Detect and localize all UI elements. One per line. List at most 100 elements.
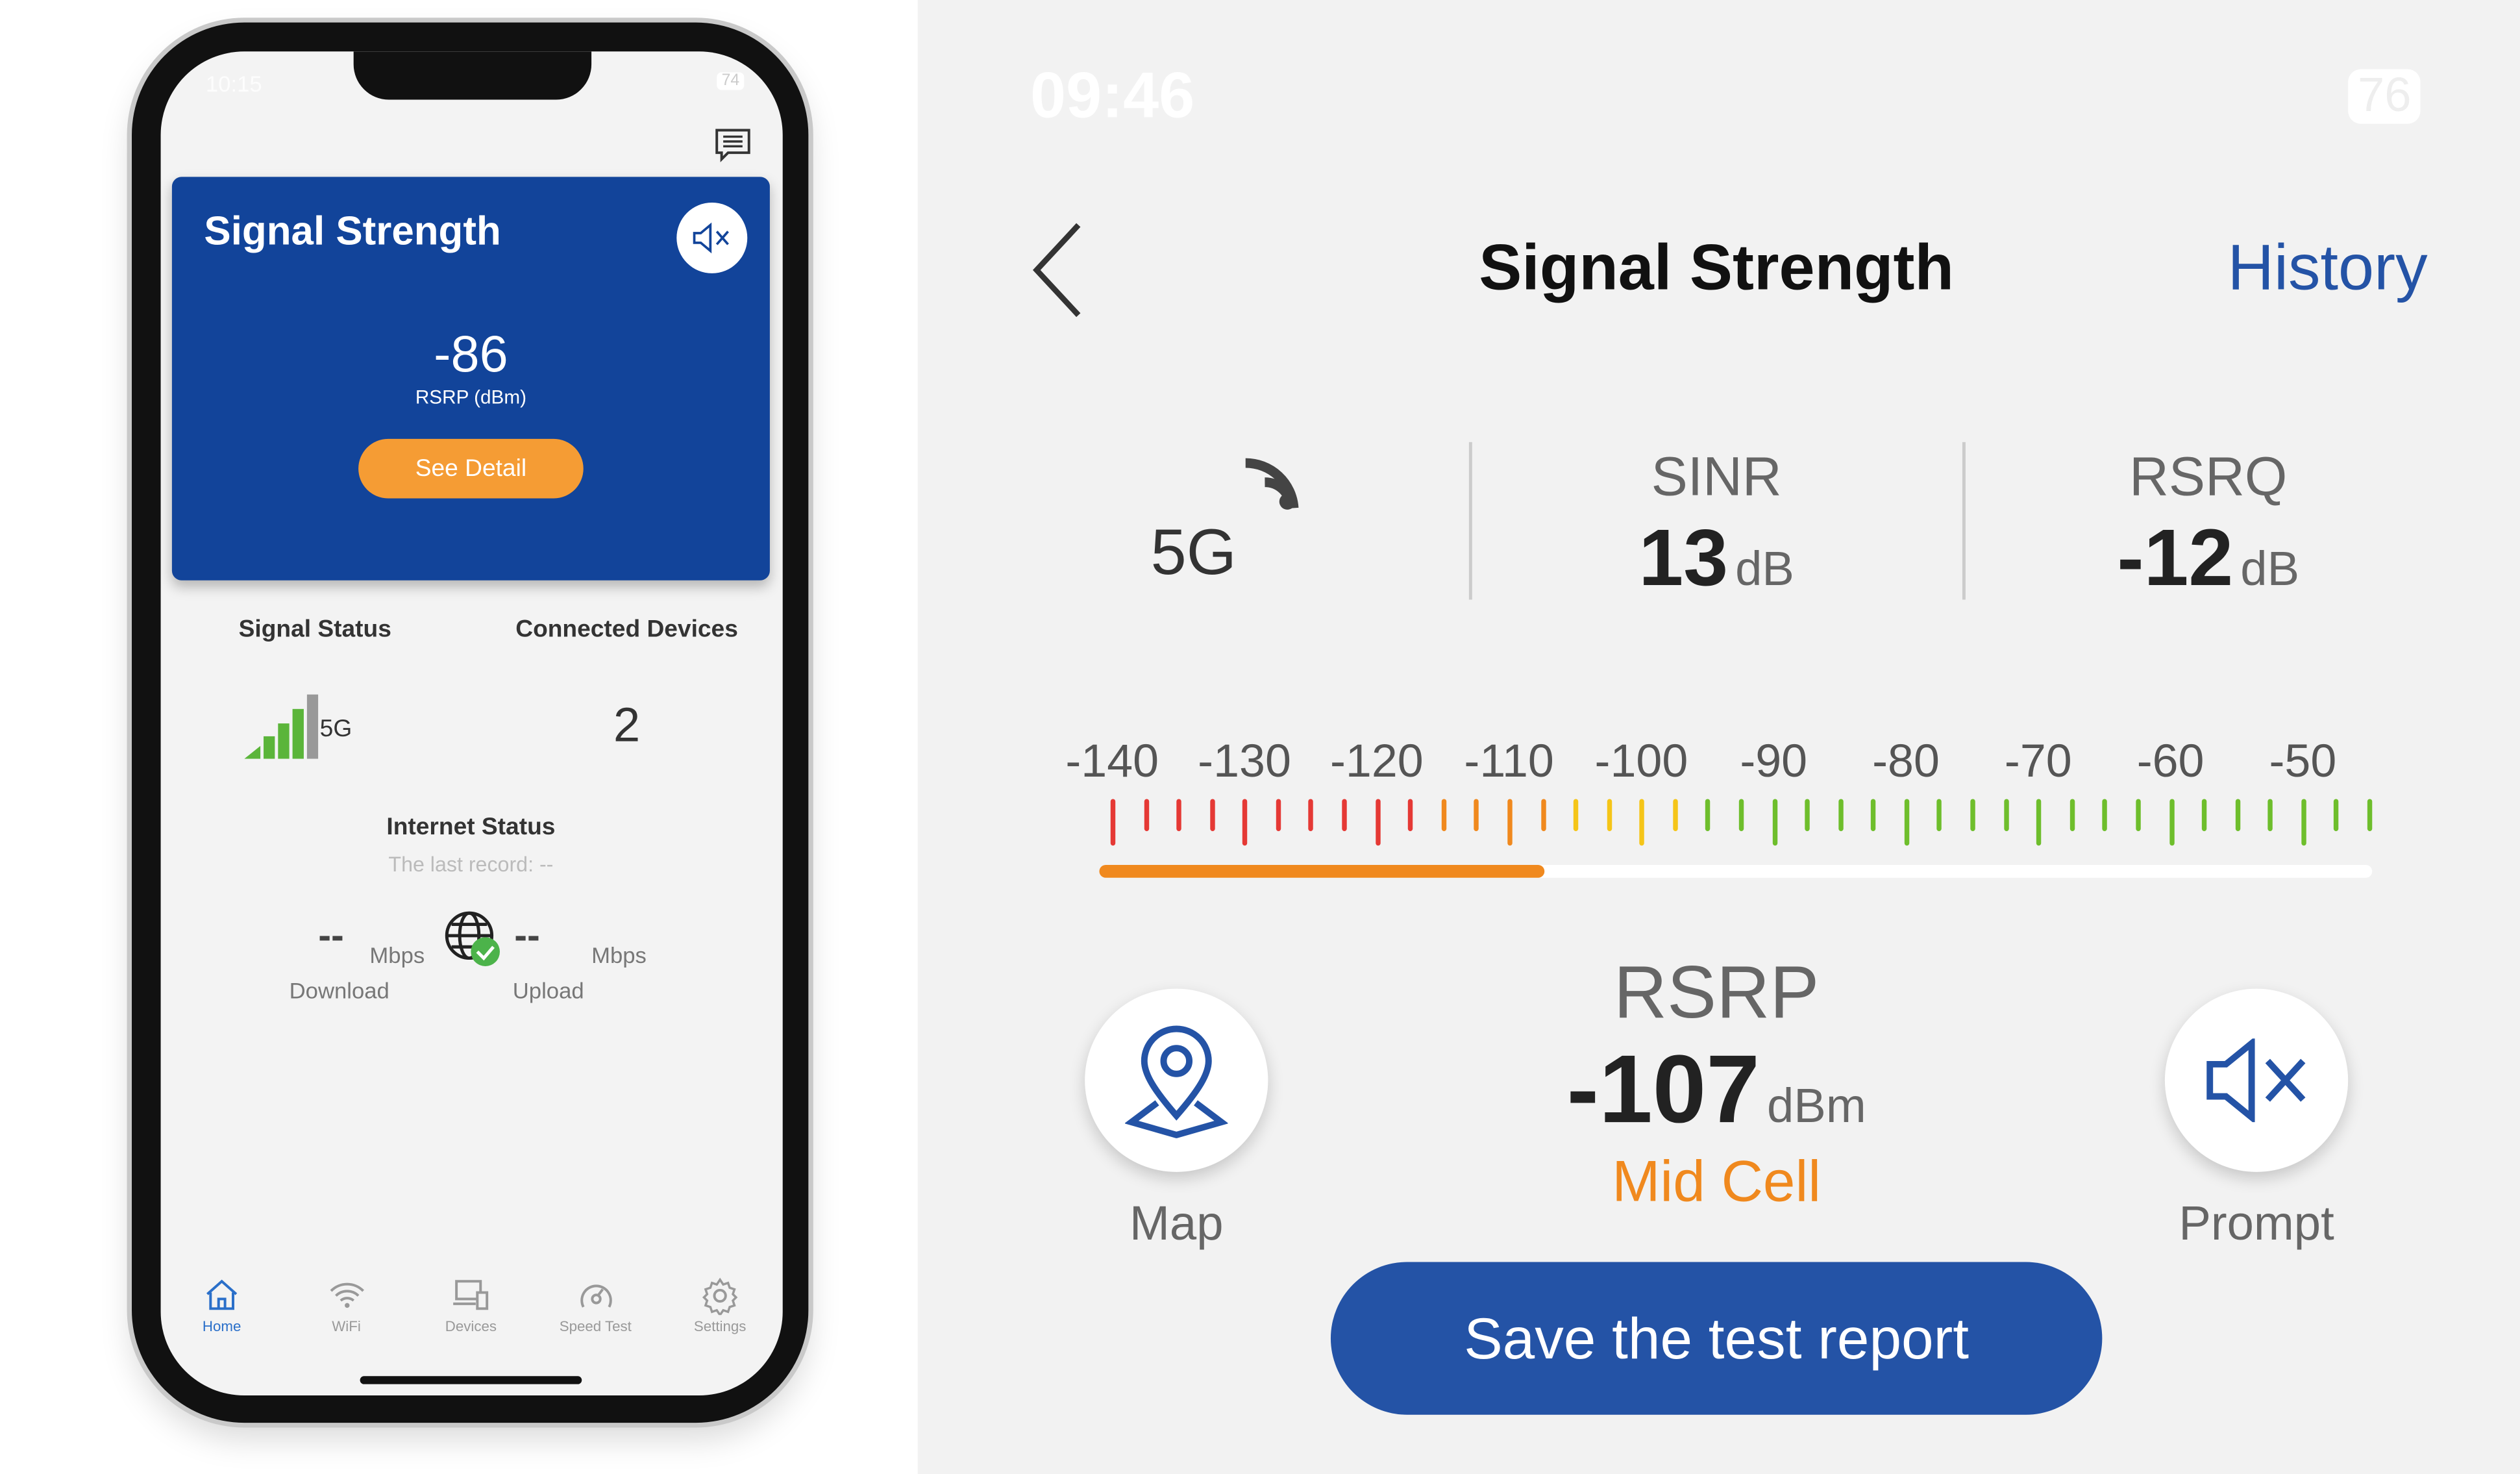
scale-tick: [1474, 799, 1479, 831]
cellular-signal-icon: [1245, 458, 1299, 510]
rsrq-value: -12: [2117, 512, 2234, 603]
signal-strength-card: Signal Strength -86 RSRP (dBm) See Detai…: [171, 177, 770, 581]
scale-tick: [2169, 799, 2174, 846]
rsrp-unit: RSRP (dBm): [415, 386, 526, 408]
nav-item-home[interactable]: Home: [166, 1277, 278, 1334]
scale-tick: [1540, 799, 1546, 831]
scale-tick: [2136, 799, 2141, 831]
speaker-mute-icon: [2206, 1038, 2306, 1123]
prompt-button[interactable]: [2164, 988, 2349, 1172]
rsrp-unit: dBm: [1766, 1080, 1866, 1134]
phone-screen: 10:15 74 Signal Strength -86 RSRP (dBm) …: [160, 51, 783, 1395]
map-label: Map: [1130, 1197, 1224, 1251]
message-icon[interactable]: [713, 125, 752, 164]
notch: [353, 51, 592, 100]
signal-progress-fill: [1099, 864, 1545, 878]
scale-tick: [1507, 799, 1513, 846]
nav-item-speed-test[interactable]: Speed Test: [539, 1277, 652, 1334]
scale-tick: [2003, 799, 2008, 831]
download-label: Download: [289, 977, 389, 1003]
scale-tick: [1805, 799, 1810, 831]
scale-tick: [1639, 799, 1645, 846]
scale-label: -50: [2269, 736, 2337, 788]
nav-label: Settings: [693, 1318, 747, 1334]
scale-label: -80: [1872, 736, 1940, 788]
signal-detail-screen: 09:46 76 Signal Strength History 5G SINR…: [917, 0, 2520, 1474]
devices-icon: [453, 1280, 489, 1310]
nav-item-devices[interactable]: Devices: [415, 1277, 527, 1334]
speaker-mute-icon: [693, 222, 729, 254]
rsrp-value: -107: [1566, 1035, 1760, 1143]
scale-tick: [1606, 799, 1612, 831]
scale-tick: [1276, 799, 1281, 831]
status-time: 09:46: [1030, 61, 1195, 132]
mute-button[interactable]: [676, 202, 748, 273]
scale-tick: [1772, 799, 1777, 846]
battery-indicator: 76: [2348, 69, 2421, 124]
sinr-value: 13: [1638, 512, 1729, 603]
scale-tick: [1904, 799, 1909, 846]
device-count: 2: [613, 699, 641, 753]
signal-progress-track: [1099, 864, 2373, 878]
nav-label: WiFi: [332, 1318, 361, 1334]
upload-label: Upload: [512, 977, 584, 1003]
scale-tick: [1176, 799, 1182, 831]
rsrp-reading: -107 dBm: [1567, 1034, 1866, 1145]
network-type: 5G: [1150, 518, 1237, 589]
nav-item-settings[interactable]: Settings: [664, 1277, 776, 1334]
save-report-button[interactable]: Save the test report: [1330, 1262, 2103, 1415]
scale-tick: [1871, 799, 1877, 831]
scale-label: -110: [1464, 736, 1554, 788]
scale-tick: [2334, 799, 2340, 831]
scale-tick: [1375, 799, 1380, 846]
home-indicator: [360, 1376, 582, 1384]
scale-tick: [1110, 799, 1116, 846]
download-unit: Mbps: [369, 942, 425, 968]
map-button[interactable]: [1085, 988, 1268, 1172]
signal-status-label: Signal Status: [238, 616, 391, 643]
nav-label: Speed Test: [559, 1318, 632, 1334]
scale-tick: [2301, 799, 2306, 846]
scale-label: -130: [1198, 736, 1291, 788]
scale-label: -90: [1740, 736, 1808, 788]
battery-indicator: 74: [717, 72, 745, 90]
scale-label: -140: [1065, 736, 1159, 788]
scale-tick: [2069, 799, 2075, 831]
rsrq-unit: dB: [2240, 543, 2300, 597]
home-icon: [206, 1279, 238, 1310]
rsrq-label: RSRQ: [2129, 447, 2288, 508]
scale-tick: [1441, 799, 1446, 831]
internet-status-title: Internet Status: [386, 813, 556, 841]
wifi-icon: [329, 1282, 364, 1308]
scale-tick: [1143, 799, 1149, 831]
sinr-unit: dB: [1735, 543, 1794, 597]
scale-tick: [2103, 799, 2108, 831]
scale-tick: [1408, 799, 1413, 831]
scale-tick: [1309, 799, 1314, 831]
nav-label: Devices: [445, 1318, 497, 1334]
card-title: Signal Strength: [204, 208, 501, 255]
back-chevron-icon[interactable]: [1030, 222, 1085, 319]
scale-tick: [2367, 799, 2373, 831]
see-detail-button[interactable]: See Detail: [358, 438, 584, 499]
history-link[interactable]: History: [2227, 233, 2427, 305]
scale-label: -60: [2136, 736, 2205, 788]
scale-tick: [1838, 799, 1844, 831]
phone-mockup: 10:15 74 Signal Strength -86 RSRP (dBm) …: [132, 22, 809, 1423]
speedometer-icon: [580, 1284, 611, 1308]
scale-label: -70: [2004, 736, 2072, 788]
connected-devices-label: Connected Devices: [515, 616, 738, 643]
rsrp-value: -86: [434, 325, 508, 383]
download-value: --: [318, 914, 344, 958]
scale-tick: [2202, 799, 2207, 831]
rsrp-label: RSRP: [1613, 950, 1820, 1034]
scale-tick: [1672, 799, 1678, 831]
prompt-label: Prompt: [2179, 1197, 2334, 1251]
scale-tick: [2036, 799, 2042, 846]
nav-item-wifi[interactable]: WiFi: [290, 1277, 402, 1334]
scale-tick: [1970, 799, 1975, 831]
sinr-label: SINR: [1651, 447, 1782, 508]
scale-tick: [1738, 799, 1744, 831]
gear-icon: [702, 1277, 738, 1318]
scale-label: -120: [1329, 736, 1424, 788]
